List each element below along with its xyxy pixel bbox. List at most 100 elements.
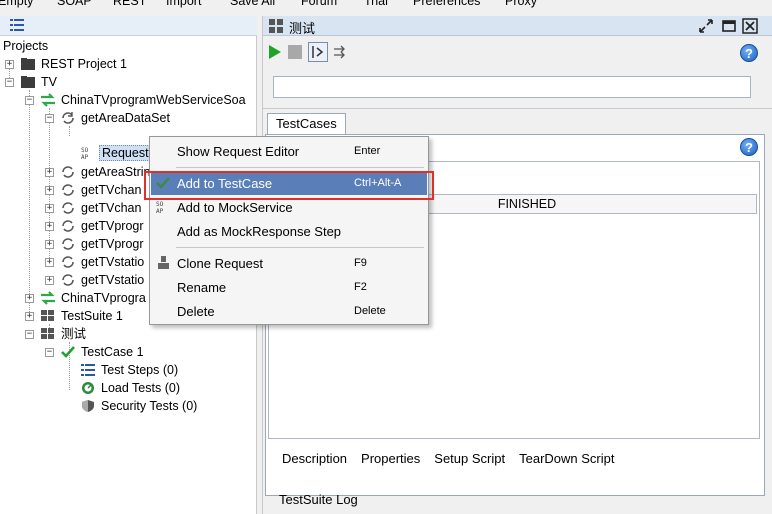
tree-node-testsuite[interactable]: TestSuite 1 [40,307,125,325]
list-view-icon[interactable] [10,19,24,31]
expand-icon[interactable]: + [25,312,34,321]
menu-item-rest[interactable]: REST [113,0,146,8]
expand-icon[interactable]: + [45,258,54,267]
svg-text:AP: AP [156,208,164,215]
menu-item-add-to-testcase[interactable]: Add to TestCase Ctrl+Alt-A [151,172,427,195]
tree-node-operation[interactable]: getAreaStrin [60,163,152,181]
navigator-header [0,16,257,36]
tab-description[interactable]: Description [282,451,347,466]
tree-connector [69,126,70,136]
tree-node-testcase[interactable]: TestCase 1 [60,343,146,361]
tree-node-service[interactable]: ChinaTVprogra [40,289,148,307]
menu-item-rename[interactable]: Rename F2 [151,276,427,299]
expand-icon[interactable]: + [45,168,54,177]
operation-icon [62,112,74,124]
operation-icon [62,274,74,286]
expand-icon[interactable]: + [45,222,54,231]
collapse-icon[interactable]: − [5,78,14,87]
restore-window-icon[interactable] [698,18,714,34]
svg-text:AP: AP [81,154,89,160]
tab-setup-script[interactable]: Setup Script [434,451,505,466]
tree-node-test-steps[interactable]: Test Steps (0) [80,361,180,379]
expand-icon[interactable]: + [45,276,54,285]
expand-icon[interactable]: + [25,294,34,303]
folder-icon [21,76,35,88]
help-icon[interactable]: ? [740,44,758,62]
operation-icon [62,238,74,250]
clone-icon [158,256,169,269]
expand-icon[interactable]: + [45,240,54,249]
expand-icon[interactable]: + [5,60,14,69]
collapse-icon[interactable]: − [25,330,34,339]
soap-icon: SO AP [156,201,164,215]
divider [263,108,772,109]
close-icon[interactable] [742,18,758,34]
help-icon[interactable]: ? [740,138,758,156]
menu-item-add-to-mockservice[interactable]: SO AP Add to MockService [151,196,427,219]
soap-request-icon: SOAP [81,147,89,160]
tree-node-operation[interactable]: getTVstatio [60,253,146,271]
description-input[interactable] [273,76,751,98]
operation-icon [62,202,74,214]
parallel-run-icon[interactable] [333,45,347,59]
tree-node-operation[interactable]: getTVchan [60,199,143,217]
context-menu: Show Request Editor Enter Add to TestCas… [149,136,429,325]
add-testcase-icon [156,177,170,189]
tree-node-operation[interactable]: getTVchan [60,181,143,199]
collapse-icon[interactable]: − [45,114,54,123]
menu-item-empty[interactable]: Empty [0,0,33,8]
tab-teardown-script[interactable]: TearDown Script [519,451,614,466]
tree-node-tv[interactable]: TV [20,73,59,91]
expand-icon[interactable]: + [45,186,54,195]
collapse-icon[interactable]: − [45,348,54,357]
menu-item-add-as-mockresponse-step[interactable]: Add as MockResponse Step [151,220,427,243]
menu-item-preferences[interactable]: Preferences [413,0,480,8]
testsuite-grid-icon [41,328,54,339]
operation-icon [62,220,74,232]
editor-toolbar: ? [263,38,772,66]
menu-separator [176,247,424,248]
tree-node-testsuite-ceshi[interactable]: 测试 [40,325,88,343]
menu-item-delete[interactable]: Delete Delete [151,300,427,323]
tree-node-operation[interactable]: getTVstatio [60,271,146,289]
tree-node-rest-project[interactable]: REST Project 1 [20,55,129,73]
editor-title-bar: 测试 [263,16,772,36]
tab-testcases[interactable]: TestCases [267,113,346,134]
menu-separator [176,167,424,168]
maximize-icon[interactable] [721,18,737,34]
service-interface-icon [41,93,55,107]
tree-node-load-tests[interactable]: Load Tests (0) [80,379,182,397]
tree-node-operation[interactable]: getTVprogr [60,217,146,235]
tree-node-operation[interactable]: getAreaDataSet [60,109,172,127]
bottom-tab-strip: Description Properties Setup Script Tear… [266,445,764,471]
tab-properties[interactable]: Properties [361,451,420,466]
menu-item-forum[interactable]: Forum [301,0,337,8]
menu-item-soap[interactable]: SOAP [57,0,92,8]
operation-icon [62,184,74,196]
menu-item-proxy[interactable]: Proxy [505,0,537,8]
load-test-gauge-icon [82,382,94,394]
check-icon [61,346,75,358]
svg-text:SO: SO [156,201,164,208]
tab-testsuite-log[interactable]: TestSuite Log [279,492,358,507]
collapse-icon[interactable]: − [25,96,34,105]
operation-icon [62,256,74,268]
run-icon[interactable] [268,44,282,60]
service-interface-icon [41,291,55,305]
menu-item-show-request-editor[interactable]: Show Request Editor Enter [151,140,427,163]
tree-node-security-tests[interactable]: Security Tests (0) [80,397,199,415]
menu-item-trial[interactable]: Trial [364,0,388,8]
menu-item-save-all[interactable]: Save All [230,0,275,8]
stop-icon[interactable] [288,45,302,59]
folder-icon [21,58,35,70]
editor-title: 测试 [289,21,316,36]
tree-root-projects[interactable]: Projects [1,37,50,55]
expand-icon[interactable]: + [45,204,54,213]
tree-node-service[interactable]: ChinaTVprogramWebServiceSoa [40,91,248,109]
tree-node-operation[interactable]: getTVprogr [60,235,146,253]
svg-text:SO: SO [81,147,89,154]
testsuite-grid-icon [41,310,54,321]
menu-item-clone-request[interactable]: Clone Request F9 [151,252,427,275]
menu-item-import[interactable]: Import [166,0,201,8]
sequential-run-icon[interactable] [308,42,328,62]
